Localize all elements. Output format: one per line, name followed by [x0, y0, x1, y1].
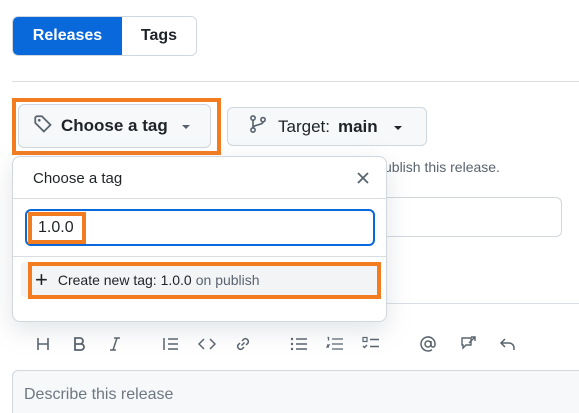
- tag-icon: [33, 114, 53, 139]
- release-title-input[interactable]: [380, 197, 562, 237]
- quote-icon[interactable]: [158, 330, 184, 358]
- highlight-search-value: [28, 212, 86, 244]
- highlight-create-tag: [28, 262, 381, 299]
- unordered-list-icon[interactable]: [286, 330, 312, 358]
- markdown-toolbar: [30, 330, 550, 360]
- italic-icon[interactable]: [102, 330, 128, 358]
- chevron-down-icon: [180, 116, 192, 136]
- heading-icon[interactable]: [30, 330, 56, 358]
- editor-divider: [380, 303, 579, 304]
- hint-text: ublish this release.: [384, 159, 500, 175]
- divider: [12, 81, 579, 82]
- close-icon[interactable]: [352, 167, 374, 189]
- description-textarea[interactable]: Describe this release: [12, 370, 579, 413]
- branch-icon: [248, 114, 268, 139]
- mention-icon[interactable]: [415, 330, 441, 358]
- target-branch-button[interactable]: Target: main: [227, 107, 427, 146]
- link-icon[interactable]: [230, 330, 256, 358]
- choose-tag-button[interactable]: Choose a tag: [18, 104, 211, 148]
- task-list-icon[interactable]: [358, 330, 384, 358]
- bold-icon[interactable]: [66, 330, 92, 358]
- chevron-down-icon: [392, 117, 404, 137]
- target-value: main: [337, 116, 378, 136]
- tab-releases[interactable]: Releases: [13, 17, 122, 55]
- reference-icon[interactable]: [455, 330, 481, 358]
- dropdown-divider: [13, 256, 386, 257]
- target-label: Target:: [278, 116, 330, 136]
- ordered-list-icon[interactable]: [322, 330, 348, 358]
- tab-tags[interactable]: Tags: [122, 17, 196, 55]
- releases-tags-nav: Releases Tags: [12, 16, 197, 56]
- undo-icon[interactable]: [495, 330, 521, 358]
- description-placeholder: Describe this release: [24, 386, 174, 403]
- dropdown-header: Choose a tag: [13, 157, 386, 199]
- choose-tag-label: Choose a tag: [61, 116, 168, 135]
- code-icon[interactable]: [194, 330, 220, 358]
- dropdown-title: Choose a tag: [33, 170, 123, 187]
